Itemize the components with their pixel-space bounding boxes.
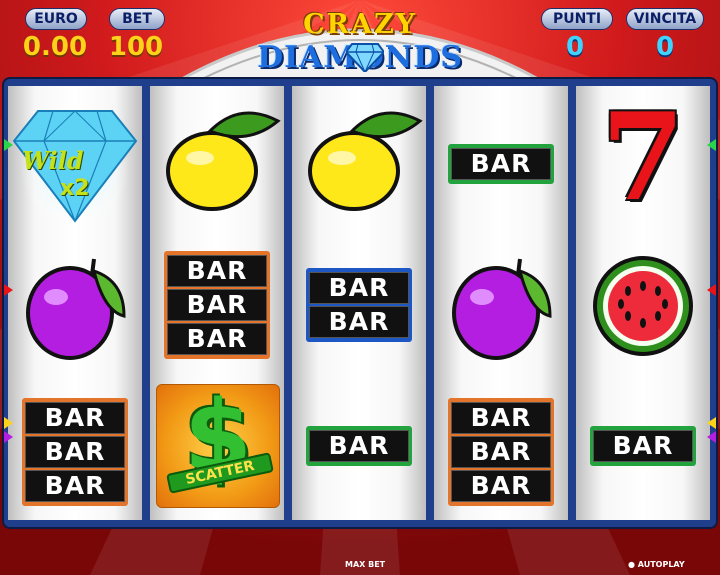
payline-marker-left [4, 431, 13, 443]
symbol-bar-1: BAR [292, 376, 426, 520]
euro-label: EURO [25, 8, 87, 30]
punti-label: PUNTI [541, 8, 613, 30]
game-logo: CRAZY DIAMONDS [230, 10, 490, 80]
bar-label: BAR [593, 430, 693, 462]
seven-icon: 7 [601, 87, 685, 228]
lemon-icon [166, 111, 281, 211]
logo-line-crazy: CRAZY [303, 9, 417, 40]
autoplay-icon: ● [628, 560, 638, 569]
payline-marker-right [707, 417, 716, 429]
symbol-lemon [150, 86, 284, 230]
symbol-watermelon [576, 231, 710, 375]
bar-label: BAR [309, 272, 409, 304]
payline-marker-right [707, 139, 716, 151]
symbol-seven: 7 [576, 86, 710, 230]
reel-4[interactable]: BAR BAR BAR BAR [434, 86, 568, 520]
bar-label: BAR [167, 323, 267, 355]
bar-label: BAR [167, 289, 267, 321]
bar-label: BAR [25, 436, 125, 468]
punti-value: 0 [565, 32, 585, 62]
vincita-value: 0 [655, 32, 675, 62]
bar-label: BAR [25, 470, 125, 502]
reel-frame: Wild x2 BAR BAR BAR BAR BAR BAR $ SCATTE… [4, 79, 716, 527]
symbol-diamond-wild: Wild x2 [8, 86, 142, 230]
symbol-bar-1: BAR [576, 376, 710, 520]
wild-text: Wild [22, 146, 84, 175]
bar-label: BAR [451, 148, 551, 180]
symbol-bar-1: BAR [434, 86, 568, 230]
watermelon-icon [593, 256, 693, 356]
bar-label: BAR [451, 470, 551, 502]
autoplay-label: AUTOPLAY [637, 560, 685, 569]
symbol-plum [8, 231, 142, 375]
payline-marker-left [4, 139, 13, 151]
symbol-bar-3: BAR BAR BAR [150, 231, 284, 375]
bar-label: BAR [309, 306, 409, 338]
plum-icon [452, 258, 552, 360]
plum-icon [26, 258, 126, 360]
bar-label: BAR [309, 430, 409, 462]
symbol-plum [434, 231, 568, 375]
reel-5[interactable]: 7 BAR [576, 86, 710, 520]
bar-label: BAR [451, 402, 551, 434]
reel-1[interactable]: Wild x2 BAR BAR BAR [8, 86, 142, 520]
bar-label: BAR [167, 255, 267, 287]
bar-label: BAR [451, 436, 551, 468]
scatter-tile: $ SCATTER [156, 380, 280, 508]
logo-diamond-icon [346, 43, 384, 72]
symbol-bar-2: BAR BAR [292, 231, 426, 375]
lemon-icon [308, 111, 423, 211]
vincita-label: VINCITA [626, 8, 704, 30]
autoplay-button[interactable]: ● AUTOPLAY [628, 560, 685, 569]
payline-marker-right [707, 284, 716, 296]
payline-marker-left [4, 284, 13, 296]
bet-label: BET [109, 8, 165, 30]
max-bet-button[interactable]: MAX BET [345, 560, 385, 569]
euro-value: 0.00 [22, 32, 88, 62]
symbol-scatter: $ SCATTER [150, 376, 284, 520]
payline-marker-right [707, 431, 716, 443]
symbol-bar-3: BAR BAR BAR [8, 376, 142, 520]
symbol-bar-3: BAR BAR BAR [434, 376, 568, 520]
symbol-lemon [292, 86, 426, 230]
payline-marker-left [4, 417, 13, 429]
bar-label: BAR [25, 402, 125, 434]
reel-2[interactable]: BAR BAR BAR $ SCATTER [150, 86, 284, 520]
reel-3[interactable]: BAR BAR BAR [292, 86, 426, 520]
bet-value[interactable]: 100 [106, 32, 166, 62]
wild-multiplier: x2 [60, 176, 90, 201]
